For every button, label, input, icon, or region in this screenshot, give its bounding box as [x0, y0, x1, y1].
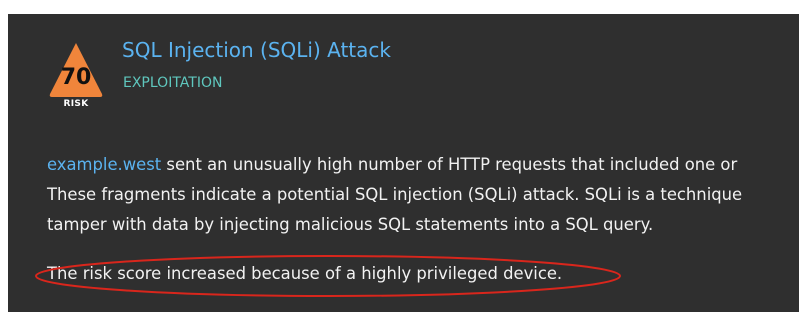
description-line-1: example.west sent an unusually high numb…	[47, 150, 799, 180]
risk-label: RISK	[63, 99, 89, 109]
detection-card: 70 RISK SQL Injection (SQLi) Attack EXPL…	[8, 14, 799, 312]
detection-title[interactable]: SQL Injection (SQLi) Attack	[122, 38, 391, 62]
device-link[interactable]: example.west	[47, 155, 161, 174]
detection-description: example.west sent an unusually high numb…	[47, 150, 799, 240]
screenshot-canvas: 70 RISK SQL Injection (SQLi) Attack EXPL…	[0, 0, 799, 312]
risk-score-note: The risk score increased because of a hi…	[47, 264, 563, 283]
description-line-1-text: sent an unusually high number of HTTP re…	[161, 155, 738, 174]
description-line-2: These fragments indicate a potential SQL…	[47, 185, 743, 204]
risk-badge: 70 RISK	[46, 40, 106, 116]
description-line-3: tamper with data by injecting malicious …	[47, 215, 654, 234]
risk-score: 70	[60, 65, 92, 90]
detection-category: EXPLOITATION	[123, 75, 223, 91]
